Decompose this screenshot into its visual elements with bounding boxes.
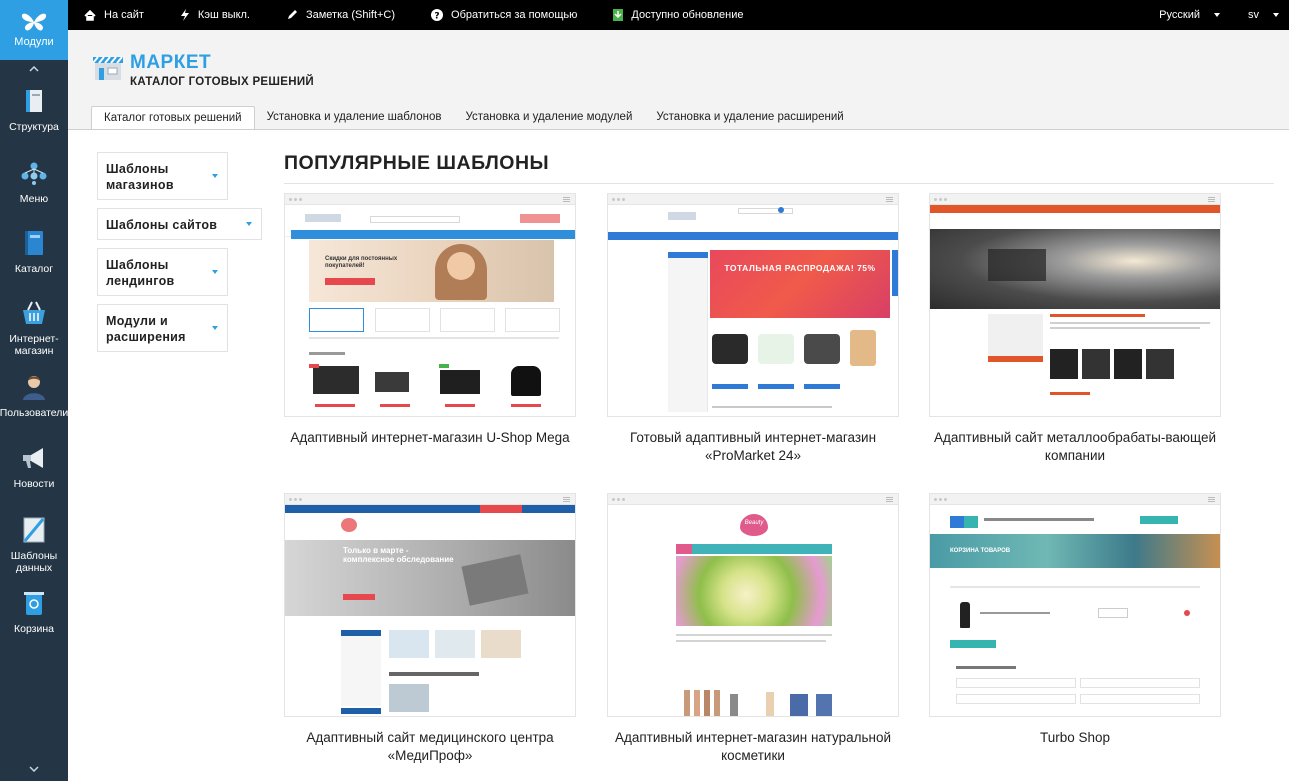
topbar-help[interactable]: ? Обратиться за помощью: [431, 9, 577, 21]
sidebar-item-catalog[interactable]: Каталог: [0, 228, 68, 275]
menu-icon: [19, 158, 49, 188]
tab-templates[interactable]: Установка и удаление шаблонов: [255, 106, 454, 130]
chevron-up-icon: [29, 66, 39, 72]
svg-text:?: ?: [434, 12, 439, 22]
chevron-down-icon: [212, 174, 218, 178]
topbar-update-available[interactable]: Доступно обновление: [613, 9, 744, 21]
template-preview[interactable]: [929, 193, 1221, 417]
help-icon: ?: [431, 9, 444, 22]
catalog-book-icon: [19, 228, 49, 258]
topbar-go-to-site[interactable]: На сайт: [84, 9, 144, 21]
sidebar-scroll-up[interactable]: [0, 60, 68, 78]
butterfly-logo-icon: [21, 13, 47, 31]
market-tabs: Каталог готовых решений Установка и удал…: [91, 106, 856, 130]
pen-icon: [286, 9, 298, 21]
sidebar-item-news[interactable]: Новости: [0, 443, 68, 490]
content-area: Шаблоны магазинов Шаблоны сайтов Шаблоны…: [68, 129, 1289, 781]
template-card[interactable]: ТОТАЛЬНАЯ РАСПРОДАЖА! 75% Готовый адапти…: [607, 193, 899, 465]
admin-topbar: На сайт Кэш выкл. Заметка (Shift+C) ? Об…: [68, 0, 1289, 30]
tab-modules[interactable]: Установка и удаление модулей: [453, 106, 644, 130]
shop-basket-icon: [19, 298, 49, 328]
sidebar-item-menu[interactable]: Меню: [0, 158, 68, 205]
template-preview[interactable]: Только в марте - комплексное обследовани…: [284, 493, 576, 717]
chevron-down-icon: [246, 222, 252, 226]
section-title: ПОПУЛЯРНЫЕ ШАБЛОНЫ: [284, 152, 550, 174]
section-divider: [284, 183, 1274, 184]
home-icon: [84, 9, 96, 21]
chevron-down-icon: [212, 270, 218, 274]
template-preview[interactable]: Скидки для постоянных покупателей!: [284, 193, 576, 417]
data-templates-icon: [19, 515, 49, 545]
chevron-down-icon: [212, 326, 218, 330]
download-icon: [613, 9, 624, 21]
lightning-icon: [180, 9, 190, 21]
template-preview[interactable]: Beauty: [607, 493, 899, 717]
template-card[interactable]: Скидки для постоянных покупателей! Адапт…: [284, 193, 576, 447]
modules-label: Модули: [14, 36, 54, 48]
template-card[interactable]: Только в марте - комплексное обследовани…: [284, 493, 576, 765]
modules-button[interactable]: Модули: [0, 0, 68, 60]
template-title[interactable]: Адаптивный интернет-магазин U-Shop Mega: [284, 429, 576, 447]
megaphone-icon: [19, 443, 49, 473]
template-title[interactable]: Адаптивный сайт металлообрабаты-вающей к…: [929, 429, 1221, 465]
category-menu: Шаблоны магазинов Шаблоны сайтов Шаблоны…: [97, 152, 262, 360]
template-title[interactable]: Адаптивный интернет-магазин натуральной …: [607, 729, 899, 765]
chevron-down-icon: [1273, 13, 1279, 18]
sidebar-item-users[interactable]: Пользователи: [0, 372, 68, 419]
sidebar-scroll-down[interactable]: [0, 761, 68, 775]
category-site-templates[interactable]: Шаблоны сайтов: [97, 208, 262, 240]
sidebar-item-structure[interactable]: Структура: [0, 86, 68, 133]
market-stall-icon: [92, 56, 123, 80]
category-landing-templates[interactable]: Шаблоны лендингов: [97, 248, 228, 296]
template-title[interactable]: Готовый адаптивный интернет-магазин «Pro…: [607, 429, 899, 465]
structure-icon: [19, 86, 49, 116]
topbar-cache-toggle[interactable]: Кэш выкл.: [180, 9, 250, 21]
template-card[interactable]: Beauty Адаптивный интернет-магазин натур…: [607, 493, 899, 765]
page-title: МАРКЕТ: [130, 52, 212, 73]
template-preview[interactable]: КОРЗИНА ТОВАРОВ: [929, 493, 1221, 717]
category-shop-templates[interactable]: Шаблоны магазинов: [97, 152, 228, 200]
template-title[interactable]: Turbo Shop: [929, 729, 1221, 747]
recycle-bin-icon: [19, 588, 49, 618]
sidebar-item-eshop[interactable]: Интернет- магазин: [0, 298, 68, 357]
sidebar-item-data-templates[interactable]: Шаблоны данных: [0, 515, 68, 574]
template-title[interactable]: Адаптивный сайт медицинского центра «Мед…: [284, 729, 576, 765]
template-card[interactable]: КОРЗИНА ТОВАРОВ Turbo Shop: [929, 493, 1221, 747]
topbar-note[interactable]: Заметка (Shift+C): [286, 9, 395, 21]
template-preview[interactable]: ТОТАЛЬНАЯ РАСПРОДАЖА! 75%: [607, 193, 899, 417]
chevron-down-icon: [29, 766, 39, 773]
page-subtitle: КАТАЛОГ ГОТОВЫХ РЕШЕНИЙ: [130, 76, 314, 88]
chevron-down-icon: [1214, 13, 1220, 18]
sidebar-item-trash[interactable]: Корзина: [0, 588, 68, 635]
category-modules-extensions[interactable]: Модули и расширения: [97, 304, 228, 352]
template-card[interactable]: Адаптивный сайт металлообрабаты-вающей к…: [929, 193, 1221, 465]
module-sidebar: Модули Структура Меню Каталог Интернет- …: [0, 0, 68, 781]
language-selector[interactable]: Русский: [1159, 9, 1220, 21]
user-menu[interactable]: sv: [1248, 9, 1279, 21]
users-icon: [19, 372, 49, 402]
tab-catalog[interactable]: Каталог готовых решений: [91, 106, 255, 130]
tab-extensions[interactable]: Установка и удаление расширений: [644, 106, 855, 130]
